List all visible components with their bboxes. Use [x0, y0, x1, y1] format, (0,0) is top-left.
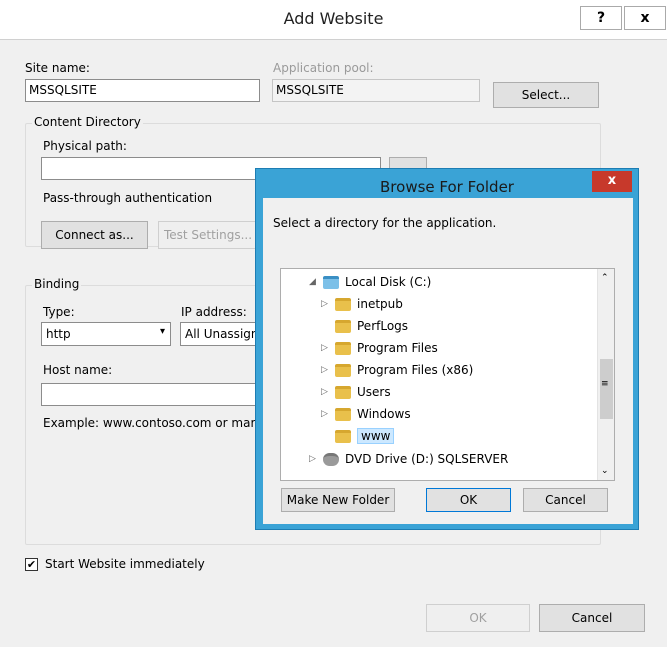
drive-icon [323, 276, 339, 289]
connect-as-button[interactable]: Connect as... [41, 221, 148, 249]
site-name-input[interactable]: MSSQLSITE [25, 79, 260, 102]
folder-icon [335, 298, 351, 311]
start-immediately-label: Start Website immediately [45, 557, 205, 571]
test-settings-button[interactable]: Test Settings... [158, 221, 258, 249]
tree-scrollbar[interactable]: ⌃ ≡ ⌄ [597, 269, 614, 480]
chevron-down-icon: ▾ [159, 326, 165, 337]
type-select[interactable]: http ▾ [41, 322, 171, 346]
host-name-label: Host name: [43, 363, 113, 377]
expand-arrow-icon: ▷ [321, 409, 328, 419]
expand-arrow-icon: ▷ [321, 365, 328, 375]
tree-item-inetpub[interactable]: ▷ inetpub [321, 295, 581, 317]
folder-tree[interactable]: ◢ Local Disk (C:) ▷ inetpub PerfLogs ▷ P… [280, 268, 615, 481]
browse-for-folder-dialog: Browse For Folder x Select a directory f… [255, 168, 639, 530]
window-title: Add Website [283, 9, 384, 28]
host-name-input[interactable] [41, 383, 256, 406]
scrollbar-thumb[interactable] [600, 359, 613, 419]
folder-icon [335, 430, 351, 443]
browse-ok-button[interactable]: OK [426, 488, 511, 512]
physical-path-label: Physical path: [43, 139, 127, 153]
select-button[interactable]: Select... [493, 82, 599, 108]
browse-instruction: Select a directory for the application. [273, 216, 497, 230]
tree-item-windows[interactable]: ▷ Windows [321, 405, 581, 427]
expanded-arrow-icon: ◢ [309, 277, 316, 287]
folder-icon [335, 386, 351, 399]
tree-item-perflogs[interactable]: PerfLogs [321, 317, 581, 339]
browse-close-button[interactable]: x [592, 171, 632, 192]
folder-icon [335, 320, 351, 333]
scroll-down-icon[interactable]: ⌄ [601, 466, 609, 476]
app-pool-label: Application pool: [273, 61, 374, 75]
tree-item-users[interactable]: ▷ Users [321, 383, 581, 405]
app-pool-field: MSSQLSITE [272, 79, 480, 102]
type-select-value: http [46, 327, 71, 341]
dvd-icon [323, 453, 339, 466]
cancel-button[interactable]: Cancel [539, 604, 645, 632]
browse-dialog-body: Select a directory for the application. … [263, 198, 633, 524]
close-button[interactable]: x [624, 6, 666, 30]
ip-address-label: IP address: [181, 305, 247, 319]
folder-icon [335, 364, 351, 377]
tree-item-dvd-drive[interactable]: ▷ DVD Drive (D:) SQLSERVER [309, 450, 579, 472]
tree-item-local-disk[interactable]: ◢ Local Disk (C:) [309, 273, 579, 295]
tree-item-program-files[interactable]: ▷ Program Files [321, 339, 581, 361]
expand-arrow-icon: ▷ [321, 387, 328, 397]
make-new-folder-button[interactable]: Make New Folder [281, 488, 395, 512]
type-label: Type: [43, 305, 75, 319]
folder-icon [335, 408, 351, 421]
site-name-label: Site name: [25, 61, 90, 75]
scroll-grip-icon: ≡ [601, 379, 609, 389]
expand-arrow-icon: ▷ [321, 299, 328, 309]
tree-item-program-files-x86[interactable]: ▷ Program Files (x86) [321, 361, 591, 383]
browse-cancel-button[interactable]: Cancel [523, 488, 608, 512]
binding-title: Binding [32, 277, 82, 291]
folder-icon [335, 342, 351, 355]
browse-dialog-title: Browse For Folder [380, 178, 514, 196]
tree-item-www[interactable]: www [321, 427, 401, 449]
title-bar: Add Website ? x [0, 0, 667, 40]
pass-through-label: Pass-through authentication [43, 191, 213, 205]
expand-arrow-icon: ▷ [321, 343, 328, 353]
host-example-text: Example: www.contoso.com or mar [43, 416, 256, 430]
ok-button[interactable]: OK [426, 604, 530, 632]
start-immediately-checkbox[interactable]: ✔ [25, 558, 38, 571]
ip-address-select[interactable]: All Unassign [180, 322, 256, 346]
help-button[interactable]: ? [580, 6, 622, 30]
scroll-up-icon[interactable]: ⌃ [601, 273, 609, 283]
expand-arrow-icon: ▷ [309, 454, 316, 464]
content-directory-title: Content Directory [32, 115, 143, 129]
